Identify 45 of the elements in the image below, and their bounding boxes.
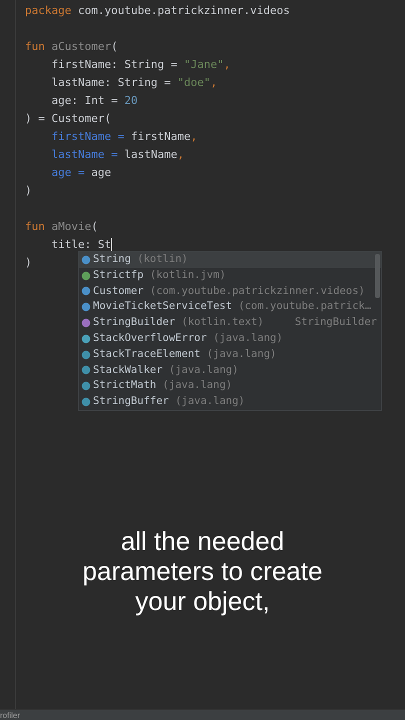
code-token: 20 [124, 94, 138, 107]
code-token: ) = Customer( [25, 112, 112, 125]
completion-item[interactable]: String (kotlin) [79, 252, 381, 268]
code-token: ( [91, 220, 98, 233]
code-token: , [190, 130, 198, 143]
code-token: age [91, 166, 112, 179]
code-token: ) [25, 184, 32, 197]
completion-item[interactable]: StackOverflowError (java.lang) [79, 330, 381, 347]
completion-item[interactable]: StringBuffer (java.lang) [79, 394, 381, 410]
code-token: = [110, 148, 119, 161]
code-token: "doe" [177, 76, 210, 89]
completion-item[interactable]: StrictMath (java.lang) [79, 378, 381, 394]
code-token: firstName: String = [50, 58, 178, 71]
code-token: ) [25, 256, 32, 269]
code-token: com.youtube.patrickzinner.videos [76, 4, 290, 17]
completion-item[interactable]: Customer (com.youtube.patrickzinner.videos) [79, 284, 381, 300]
code-token: aMovie [50, 220, 92, 233]
code-token: fun [25, 40, 45, 53]
text-cursor [111, 238, 112, 252]
code-token: , [224, 58, 230, 71]
video-caption: all the needed parameters to create your object, [82, 526, 324, 616]
code-token: lastName [124, 148, 178, 161]
completion-item[interactable]: StackWalker (java.lang) [79, 362, 381, 378]
code-token: firstName [50, 130, 112, 143]
code-token: lastName [50, 148, 104, 161]
completion-item[interactable]: MovieTicketServiceTest (com.youtube.patrick… [79, 299, 381, 316]
code-token: lastName: String = [50, 76, 172, 89]
tool-window-label[interactable]: rofiler [0, 711, 20, 720]
code-token: "Jane" [184, 58, 224, 71]
code-token: ( [111, 40, 118, 53]
code-token: age [50, 166, 72, 179]
code-token: = [116, 130, 126, 143]
completion-item[interactable]: Strictfp (kotlin.jvm) [79, 268, 381, 284]
code-token: age: Int = [50, 94, 119, 107]
code-token: , [177, 148, 184, 161]
code-token: package [25, 4, 72, 17]
code-token: , [210, 76, 218, 89]
completion-item[interactable]: StringBuilder (kotlin.text) StringBuilder [79, 315, 381, 331]
code-token: aCustomer [50, 40, 112, 53]
code-token: firstName [130, 130, 191, 143]
completion-item[interactable]: StackTraceElement (java.lang) [79, 346, 381, 363]
code-token: = [76, 166, 86, 179]
code-token: fun [25, 220, 45, 233]
code-token: title: St [50, 238, 112, 251]
scrollbar[interactable] [375, 254, 380, 298]
